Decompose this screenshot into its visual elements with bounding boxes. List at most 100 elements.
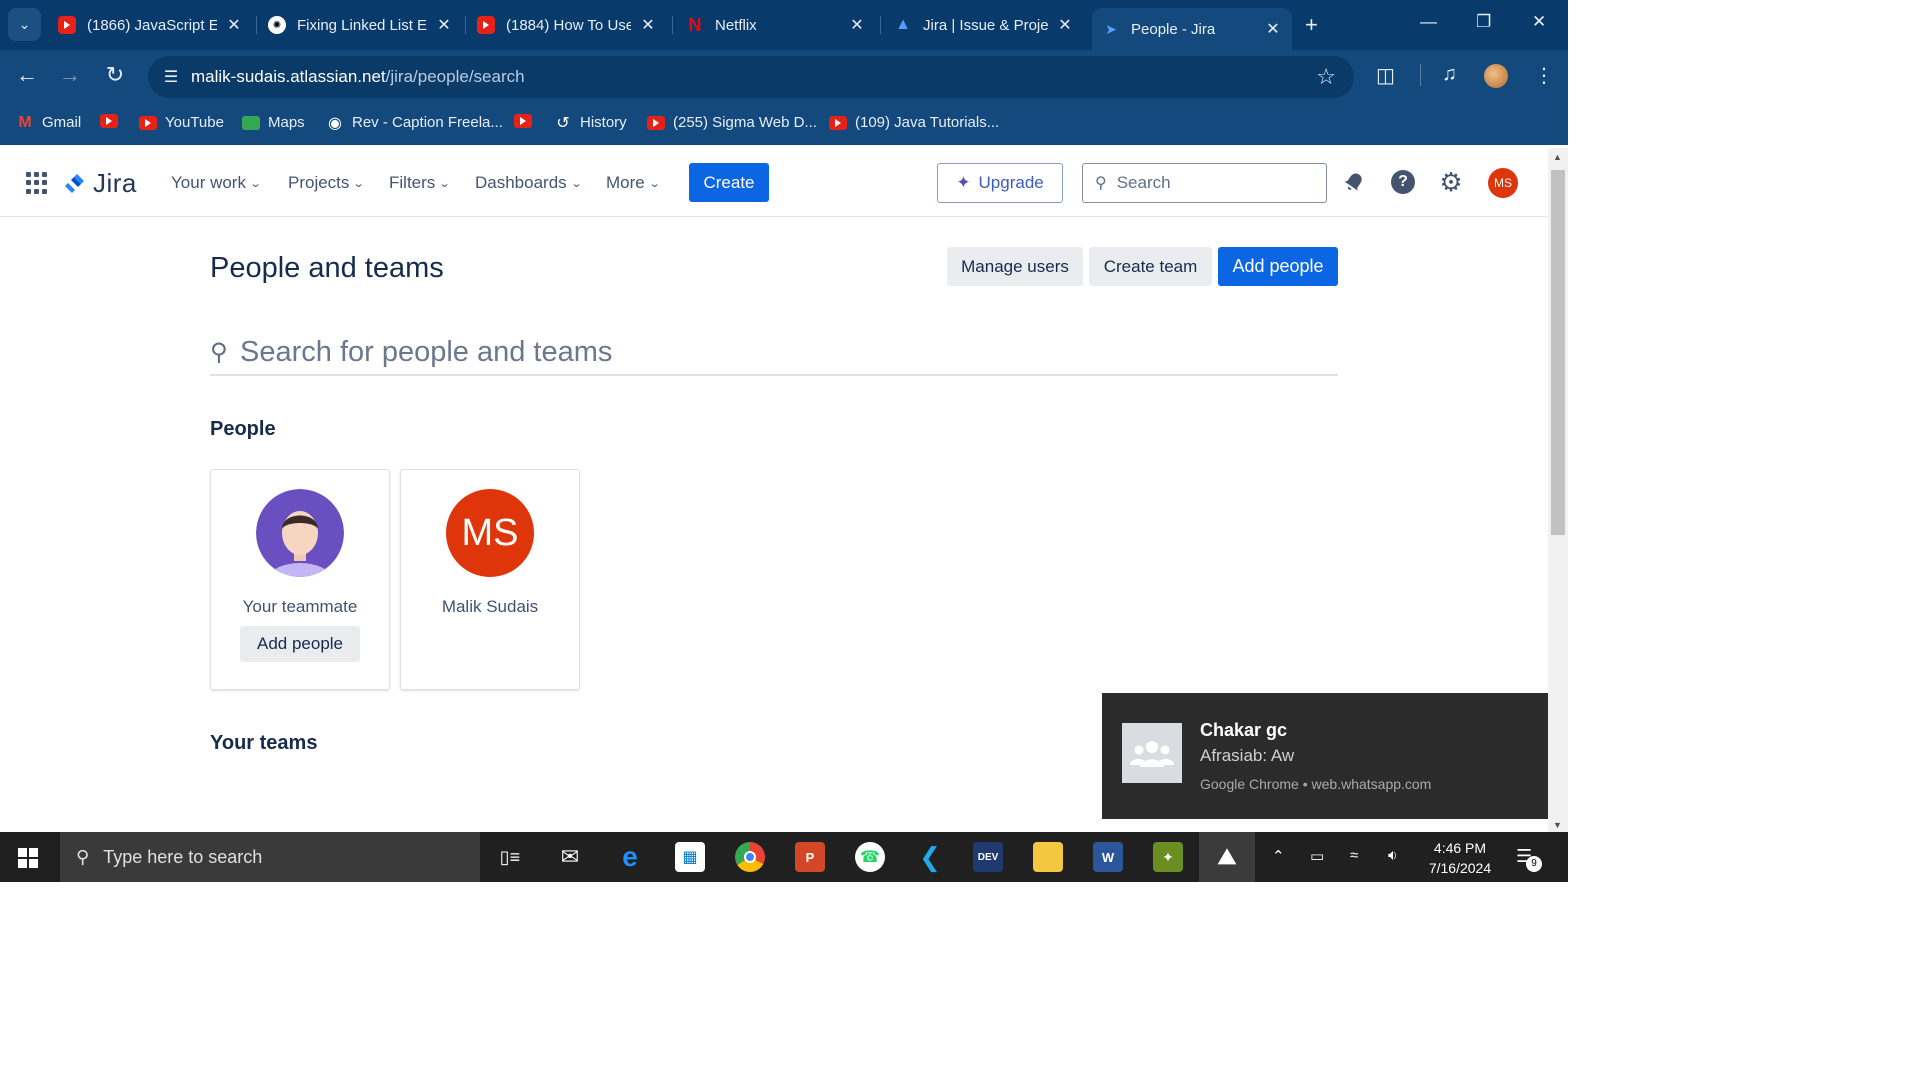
reload-button[interactable]: ↻ <box>101 62 129 88</box>
page-scrollbar[interactable]: ▲ ▼ <box>1548 148 1568 832</box>
atlassian-icon: ▲ <box>895 16 911 33</box>
youtube-icon <box>100 114 118 128</box>
browser-tab[interactable]: (1884) How To Use ✕ <box>467 8 667 42</box>
tab-title: Netflix <box>715 16 757 34</box>
history-icon: ↺ <box>556 114 570 132</box>
notifications-icon[interactable] <box>1341 169 1367 195</box>
jira-logo-text: Jira <box>93 168 137 198</box>
chrome-icon[interactable] <box>735 842 765 872</box>
clock[interactable]: 4:46 PM 7/16/2024 <box>1420 838 1500 878</box>
bookmark-maps[interactable]: Maps <box>242 114 305 131</box>
bookmark-rev[interactable]: ◉ Rev - Caption Freela... <box>326 114 503 132</box>
nav-more[interactable]: More ⌄ <box>606 173 660 193</box>
close-icon[interactable]: ✕ <box>1056 15 1074 35</box>
nav-projects[interactable]: Projects ⌄ <box>288 173 366 193</box>
bookmark-gmail[interactable]: M Gmail <box>16 114 81 132</box>
wifi-icon[interactable]: ≈ <box>1350 847 1358 864</box>
settings-gear-icon[interactable]: ⚙ <box>1438 167 1464 197</box>
upgrade-button[interactable]: ✦ Upgrade <box>937 163 1063 203</box>
browser-tab[interactable]: ▲ Jira | Issue & Proje ✕ <box>884 8 1084 42</box>
notification-toast[interactable]: Chakar gc Afrasiab: Aw Google Chrome • w… <box>1102 693 1548 819</box>
scroll-down-arrow-icon[interactable]: ▼ <box>1553 820 1562 830</box>
back-button[interactable]: ← <box>13 62 41 88</box>
nav-dashboards[interactable]: Dashboards ⌄ <box>475 173 582 193</box>
clock-time: 4:46 PM <box>1433 840 1487 856</box>
browser-tab[interactable]: N Netflix ✕ <box>676 8 876 42</box>
nav-filters[interactable]: Filters ⌄ <box>389 173 451 193</box>
close-icon[interactable]: ✕ <box>848 15 866 35</box>
restore-button[interactable]: ❐ <box>1476 12 1491 32</box>
people-search-input[interactable] <box>240 335 1320 369</box>
bookmark-sigma[interactable]: (255) Sigma Web D... <box>647 114 817 131</box>
add-people-button[interactable]: Add people <box>1218 247 1338 286</box>
powerpoint-icon[interactable]: P <box>795 842 825 872</box>
store-icon[interactable]: ▦ <box>675 842 705 872</box>
word-icon[interactable]: W <box>1093 842 1123 872</box>
person-card[interactable]: Your teammate Add people <box>210 469 390 690</box>
close-icon[interactable]: ✕ <box>1264 19 1282 39</box>
scroll-up-arrow-icon[interactable]: ▲ <box>1553 152 1562 162</box>
bookmark-star-icon[interactable]: ☆ <box>1316 64 1336 90</box>
jira-logo-icon <box>65 173 84 193</box>
action-center-icon[interactable]: ☰ 9 <box>1516 846 1542 872</box>
teammate-avatar <box>256 489 344 577</box>
profile-avatar[interactable] <box>1484 64 1508 88</box>
browser-tab[interactable]: ✺ Fixing Linked List E ✕ <box>258 8 463 42</box>
close-window-button[interactable]: ✕ <box>1532 12 1546 32</box>
people-search-bar: ⚲ <box>210 330 1338 376</box>
chevron-down-icon: ⌄ <box>353 177 366 190</box>
toast-message: Afrasiab: Aw <box>1200 746 1295 765</box>
devcpp-icon[interactable]: DEV <box>973 842 1003 872</box>
bookmark-java[interactable]: (109) Java Tutorials... <box>829 114 999 131</box>
scrollbar-thumb[interactable] <box>1551 170 1565 535</box>
person-placeholder-icon <box>256 489 344 577</box>
address-bar[interactable]: ☰ malik-sudais.atlassian.net/jira/people… <box>148 56 1354 98</box>
close-icon[interactable]: ✕ <box>639 15 657 35</box>
close-icon[interactable]: ✕ <box>435 15 453 35</box>
person-card[interactable]: MS Malik Sudais <box>400 469 580 690</box>
windows-start-icon[interactable] <box>18 848 38 868</box>
battery-icon[interactable]: ▭ <box>1310 847 1324 865</box>
mail-icon[interactable]: ✉ <box>555 842 585 872</box>
whatsapp-icon[interactable]: ☎ <box>855 842 885 872</box>
new-tab-button[interactable]: + <box>1305 12 1318 38</box>
help-icon[interactable]: ? <box>1390 169 1416 195</box>
youtube-icon <box>514 114 532 128</box>
create-team-button[interactable]: Create team <box>1089 247 1212 286</box>
media-control-icon[interactable]: ♫ <box>1442 63 1457 86</box>
volume-icon[interactable]: 🔉︎ <box>1388 847 1397 864</box>
extensions-icon[interactable]: ◫ <box>1376 63 1395 88</box>
menu-kebab-icon[interactable]: ⋮ <box>1534 63 1554 88</box>
bookmark-youtube-2[interactable] <box>514 114 540 128</box>
tab-search-button[interactable]: ⌄ <box>8 8 41 41</box>
create-button[interactable]: Create <box>689 163 769 202</box>
site-info-icon[interactable]: ☰ <box>151 67 191 87</box>
taskbar-search-input[interactable]: ⚲ Type here to search <box>60 832 480 882</box>
nav-your-work[interactable]: Your work ⌄ <box>171 173 262 193</box>
tray-expand-icon[interactable]: ⌃ <box>1272 847 1285 865</box>
url-text[interactable]: malik-sudais.atlassian.net/jira/people/s… <box>191 67 525 87</box>
app-switcher-icon[interactable] <box>26 172 48 194</box>
task-view-icon[interactable]: ▯≡ <box>495 842 525 872</box>
edge-icon[interactable]: e <box>615 841 645 872</box>
forward-button[interactable]: → <box>56 62 84 88</box>
header-search-input[interactable]: ⚲ Search <box>1082 163 1327 203</box>
user-avatar[interactable]: MS <box>1488 168 1518 198</box>
app-icon[interactable]: ✦ <box>1153 842 1183 872</box>
bookmark-youtube[interactable] <box>100 114 126 128</box>
bookmark-youtube-home[interactable]: YouTube <box>139 114 224 131</box>
tab-title: Jira | Issue & Proje <box>923 16 1048 34</box>
bookmark-history[interactable]: ↺ History <box>554 114 626 132</box>
browser-tab[interactable]: (1866) JavaScript E ✕ <box>48 8 253 42</box>
jira-logo[interactable]: Jira <box>63 168 137 199</box>
minimize-button[interactable]: — <box>1420 12 1437 32</box>
vscode-icon[interactable]: ❮ <box>915 842 945 872</box>
youtube-icon <box>647 115 665 130</box>
manage-users-button[interactable]: Manage users <box>947 247 1083 286</box>
jira-icon: ➤ <box>1105 20 1117 37</box>
card-add-people-button[interactable]: Add people <box>240 626 360 662</box>
photos-app-icon[interactable]: ⛰ <box>1199 832 1255 882</box>
browser-tab-active[interactable]: ➤ People - Jira ✕ <box>1092 8 1292 50</box>
close-icon[interactable]: ✕ <box>225 15 243 35</box>
file-explorer-icon[interactable] <box>1033 842 1063 872</box>
